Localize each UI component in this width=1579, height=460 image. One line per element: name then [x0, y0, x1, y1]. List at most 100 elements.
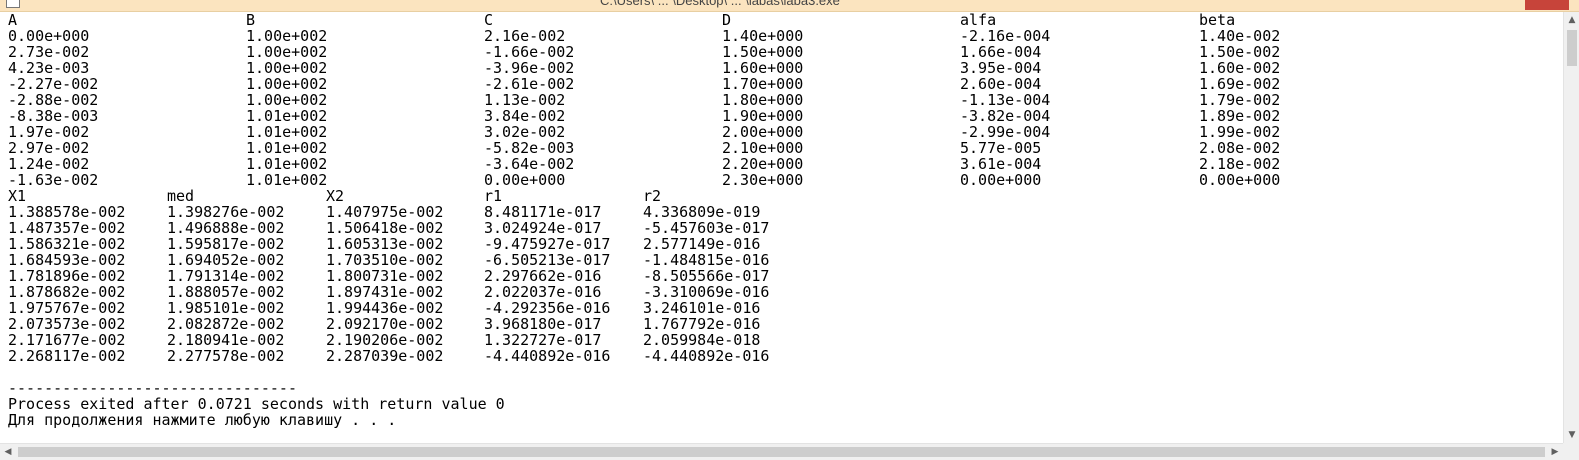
table2-row-cell: 1.605313e-002	[326, 235, 444, 253]
table1-row-cell: 3.61e-004	[960, 155, 1042, 173]
table2-row: 1.781896e-002 1.791314e-002 1.800731e-002 2…	[0, 268, 1563, 284]
table2-row: 2.171677e-002 2.180941e-002 2.190206e-002 1…	[0, 332, 1563, 348]
table1-row-cell: 2.08e-002	[1199, 139, 1281, 157]
table1-row-cell: 2.00e+000	[722, 123, 804, 141]
table1-header-cell: B	[246, 12, 256, 29]
table1-row-cell: 2.73e-002	[8, 43, 90, 61]
table2-row-cell: 8.481171e-017	[484, 203, 602, 221]
table1-row-cell: 1.50e+000	[722, 43, 804, 61]
separator-line: --------------------------------	[0, 380, 1563, 396]
table1-row-cell: -3.64e-002	[484, 155, 575, 173]
table1-row-cell: 2.30e+000	[722, 171, 804, 189]
table1-header-cell: C	[484, 12, 494, 29]
table2-row: 2.073573e-002 2.082872e-002 2.092170e-002 3…	[0, 316, 1563, 332]
separator: --------------------------------	[8, 379, 297, 397]
table2-row-cell: -4.292356e-016	[484, 299, 611, 317]
table1-row: 2.97e-002 1.01e+002 -5.82e-003 2.10e+000 5.7…	[0, 140, 1563, 156]
table1-row-cell: -2.16e-004	[960, 27, 1051, 45]
table2-row: 1.586321e-002 1.595817e-002 1.605313e-002 -…	[0, 236, 1563, 252]
table1-row-cell: 0.00e+000	[960, 171, 1042, 189]
table2-header-cell: r1	[484, 187, 503, 205]
table2-row: 1.487357e-002 1.496888e-002 1.506418e-002 3…	[0, 220, 1563, 236]
table2-row-cell: 1.487357e-002	[8, 219, 126, 237]
table1-header-cell: A	[8, 12, 18, 29]
table1-row-cell: 4.23e-003	[8, 59, 90, 77]
table2-row-cell: 1.684593e-002	[8, 251, 126, 269]
table1-row-cell: 5.77e-005	[960, 139, 1042, 157]
table2-header-cell: med	[167, 187, 195, 205]
table1-row-cell: -8.38e-003	[8, 107, 99, 125]
table2-row-cell: 1.506418e-002	[326, 219, 444, 237]
table2-row-cell: 1.407975e-002	[326, 203, 444, 221]
table2-row-cell: 4.336809e-019	[643, 203, 761, 221]
table1-row-cell: 1.00e+002	[246, 59, 328, 77]
close-button[interactable]	[1525, 0, 1569, 10]
table2-row-cell: 2.022037e-016	[484, 283, 602, 301]
table2-row-cell: 2.297662e-016	[484, 267, 602, 285]
table2-row-cell: -1.484815e-016	[643, 251, 770, 269]
table2-row-cell: 3.246101e-016	[643, 299, 761, 317]
table2-row-cell: 1.985101e-002	[167, 299, 285, 317]
scroll-left-arrow-icon[interactable]: ◀	[0, 444, 16, 460]
table2-row-cell: 1.388578e-002	[8, 203, 126, 221]
table2-row-cell: 2.092170e-002	[326, 315, 444, 333]
vertical-scrollbar[interactable]: ▲ ▼	[1563, 12, 1579, 443]
scroll-up-arrow-icon[interactable]: ▲	[1564, 12, 1579, 28]
table2-row-cell: 1.800731e-002	[326, 267, 444, 285]
table2-row-cell: 1.694052e-002	[167, 251, 285, 269]
table1-row: 2.73e-002 1.00e+002 -1.66e-002 1.50e+000 1.6…	[0, 44, 1563, 60]
table2-row-cell: -6.505213e-017	[484, 251, 611, 269]
table2-row-cell: -4.440892e-016	[484, 347, 611, 365]
table2-row-cell: 2.171677e-002	[8, 331, 126, 349]
table1-row-cell: 1.00e+002	[246, 43, 328, 61]
horizontal-scroll-thumb[interactable]	[18, 447, 1545, 457]
table2-row-cell: 2.268117e-002	[8, 347, 126, 365]
table1-row-cell: 1.24e-002	[8, 155, 90, 173]
table2-row: 1.975767e-002 1.985101e-002 1.994436e-002 -…	[0, 300, 1563, 316]
title-bar[interactable]: C:\Users\ ... \Desktop\ ... \labas\laba3…	[0, 0, 1579, 12]
table2-row-cell: 1.878682e-002	[8, 283, 126, 301]
table2-row-cell: 2.577149e-016	[643, 235, 761, 253]
table1-row-cell: 1.89e-002	[1199, 107, 1281, 125]
table1-row-cell: 1.01e+002	[246, 171, 328, 189]
table1-row-cell: -5.82e-003	[484, 139, 575, 157]
table1-row: -1.63e-002 1.01e+002 0.00e+000 2.30e+000 0.0…	[0, 172, 1563, 188]
table1-row-cell: 2.18e-002	[1199, 155, 1281, 173]
table2-row-cell: -5.457603e-017	[643, 219, 770, 237]
table1-row-cell: 1.01e+002	[246, 107, 328, 125]
table2-row-cell: 1.897431e-002	[326, 283, 444, 301]
table1-row-cell: 3.84e-002	[484, 107, 566, 125]
table1-header-cell: beta	[1199, 12, 1236, 29]
table1-row: 0.00e+000 1.00e+002 2.16e-002 1.40e+000 -2.1…	[0, 28, 1563, 44]
table2-row-cell: 1.586321e-002	[8, 235, 126, 253]
table1-row-cell: 1.01e+002	[246, 123, 328, 141]
table1-row-cell: 1.50e-002	[1199, 43, 1281, 61]
table2-row-cell: 1.398276e-002	[167, 203, 285, 221]
table1-row-cell: 1.00e+002	[246, 75, 328, 93]
scroll-right-arrow-icon[interactable]: ▶	[1547, 444, 1563, 460]
table1-row-cell: -2.61e-002	[484, 75, 575, 93]
table1-row-cell: -2.88e-002	[8, 91, 99, 109]
table1-header: A B C Dalfa beta	[0, 12, 1563, 28]
table1-row-cell: 1.70e+000	[722, 75, 804, 93]
table2-row-cell: 1.888057e-002	[167, 283, 285, 301]
table2-header: X1 med X2 r1 r2	[0, 188, 1563, 204]
table1-row-cell: 1.01e+002	[246, 139, 328, 157]
table2-row-cell: -9.475927e-017	[484, 235, 611, 253]
table2-row-cell: 1.975767e-002	[8, 299, 126, 317]
table1-row-cell: -1.63e-002	[8, 171, 99, 189]
table1-row-cell: 2.20e+000	[722, 155, 804, 173]
table2-row-cell: 2.073573e-002	[8, 315, 126, 333]
table2-header-cell: r2	[643, 187, 662, 205]
horizontal-scrollbar[interactable]: ◀ ▶	[0, 443, 1563, 460]
table2-row-cell: 2.277578e-002	[167, 347, 285, 365]
console-output[interactable]: A B C Dalfa beta 0.00e+000 1.00e+002 2.16e-002 1…	[0, 12, 1563, 443]
vertical-scroll-thumb[interactable]	[1567, 30, 1577, 66]
table1-row-cell: 1.60e-002	[1199, 59, 1281, 77]
table2-row: 1.684593e-002 1.694052e-002 1.703510e-002 -…	[0, 252, 1563, 268]
table1-row-cell: 1.13e-002	[484, 91, 566, 109]
scroll-down-arrow-icon[interactable]: ▼	[1564, 427, 1579, 443]
process-exit-message-line: Process exited after 0.0721 seconds with…	[0, 396, 1563, 412]
scrollbar-corner	[1563, 443, 1579, 460]
table2-row-cell: 2.180941e-002	[167, 331, 285, 349]
